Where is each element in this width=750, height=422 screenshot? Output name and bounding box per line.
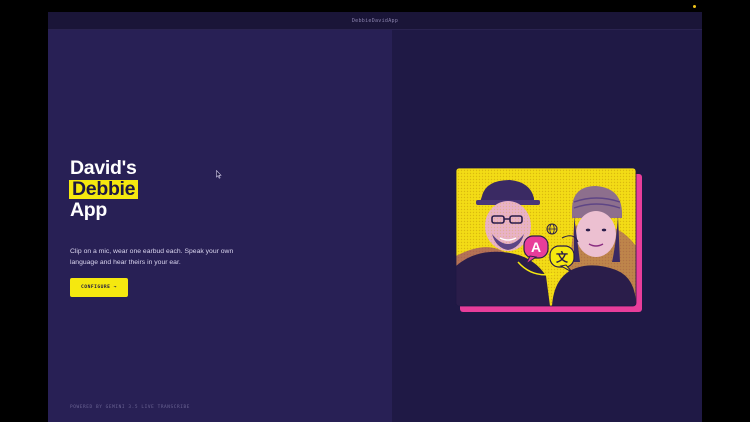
bubble-right-letter: 文 bbox=[556, 250, 569, 265]
hero-title: David's Debbie App bbox=[69, 157, 139, 221]
illustration-photo: A 文 bbox=[455, 167, 642, 312]
status-indicator-dot bbox=[693, 5, 696, 8]
hero-title-line-1: David's bbox=[70, 157, 137, 179]
hero-title-highlight: Debbie bbox=[69, 179, 139, 199]
window-titlebar: DebbieDavidApp bbox=[48, 12, 702, 30]
left-pane bbox=[48, 30, 392, 422]
window-title: DebbieDavidApp bbox=[351, 17, 399, 24]
bubble-left-letter: A bbox=[531, 239, 541, 255]
configure-button[interactable]: CONFIGURE → bbox=[70, 278, 128, 297]
hero-subtitle: Clip on a mic, wear one earbud each. Spe… bbox=[70, 248, 234, 266]
hero-title-line-3: App bbox=[70, 199, 108, 221]
mouse-cursor-icon bbox=[216, 170, 222, 179]
powered-by-label: POWERED BY GEMINI 3.5 LIVE TRANSCRIBE bbox=[70, 405, 191, 410]
app-window: DebbieDavidApp David's Debbie App Clip o… bbox=[48, 12, 702, 422]
